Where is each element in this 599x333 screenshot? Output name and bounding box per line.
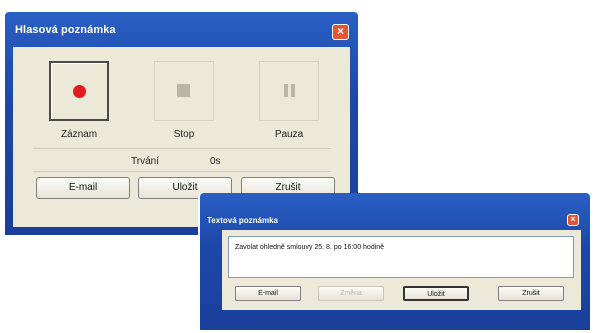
text-note-window: Textová poznámka × Zavolat ohledně smlou… bbox=[200, 193, 590, 330]
divider bbox=[33, 171, 331, 172]
window-content: Zavolat ohledně smlouvy 25. 8. po 16:00 … bbox=[222, 230, 581, 310]
stop-label: Stop bbox=[173, 129, 195, 140]
close-icon[interactable]: × bbox=[332, 24, 349, 40]
cancel-button[interactable]: Zrušit bbox=[498, 286, 564, 301]
pause-button[interactable] bbox=[259, 61, 319, 121]
pause-icon bbox=[291, 84, 295, 97]
pause-icon bbox=[284, 84, 288, 97]
stop-icon bbox=[177, 84, 190, 97]
stop-button[interactable] bbox=[154, 61, 214, 121]
window-title: Hlasová poznámka bbox=[15, 24, 116, 36]
email-button[interactable]: E-mail bbox=[235, 286, 301, 301]
divider bbox=[33, 148, 331, 149]
change-button[interactable]: Změna bbox=[318, 286, 384, 301]
window-title: Textová poznámka bbox=[207, 216, 278, 225]
close-icon[interactable]: × bbox=[567, 214, 579, 226]
duration-label: Trvání bbox=[131, 156, 159, 167]
record-button[interactable] bbox=[49, 61, 109, 121]
save-button[interactable]: Uložit bbox=[403, 286, 469, 301]
record-label: Záznam bbox=[60, 129, 98, 140]
duration-value: 0s bbox=[210, 156, 221, 167]
note-text-field[interactable]: Zavolat ohledně smlouvy 25. 8. po 16:00 … bbox=[228, 236, 574, 278]
record-icon bbox=[73, 85, 86, 98]
note-text-value: Zavolat ohledně smlouvy 25. 8. po 16:00 … bbox=[235, 244, 385, 251]
email-button[interactable]: E-mail bbox=[36, 177, 130, 199]
pause-label: Pauza bbox=[274, 129, 304, 140]
